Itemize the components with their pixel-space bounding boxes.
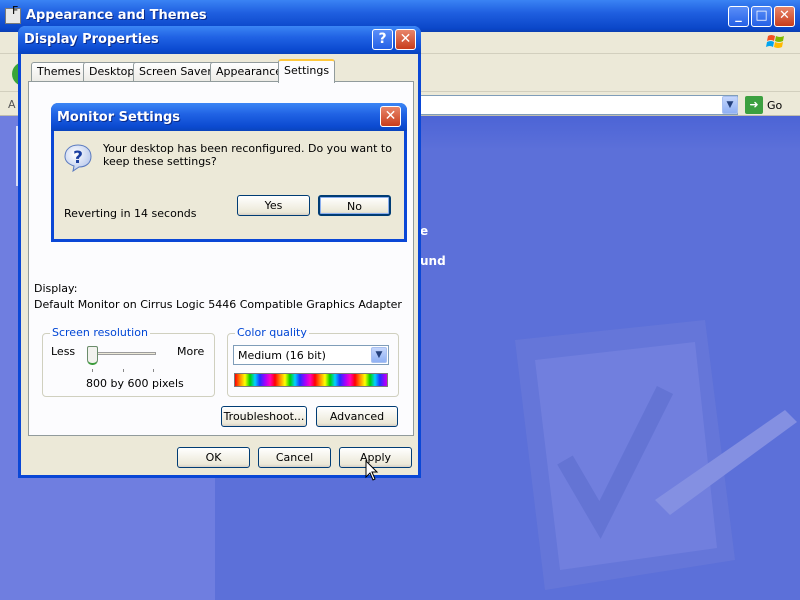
display-properties-titlebar[interactable]: Display Properties ? ✕ [18,26,421,54]
tab-themes[interactable]: Themes [31,62,87,81]
monitor-settings-dialog: Monitor Settings ✕ [51,103,407,242]
resolution-value: 800 by 600 pixels [86,377,184,390]
slider-tick [123,369,124,372]
ok-button[interactable]: OK [177,447,250,468]
dialog-title: Display Properties [24,32,159,47]
resolution-slider-track[interactable] [88,352,156,355]
explorer-close-button[interactable]: ✕ [774,6,795,27]
go-button-label[interactable]: Go [767,99,782,112]
svg-text:?: ? [73,148,83,168]
revert-countdown: Reverting in 14 seconds [64,207,197,220]
troubleshoot-button[interactable]: Troubleshoot... [221,406,307,427]
tab-desktop[interactable]: Desktop [83,62,141,81]
advanced-button[interactable]: Advanced [316,406,398,427]
mouse-cursor-icon [365,460,379,481]
tab-appearance[interactable]: Appearance [210,62,289,81]
yes-button[interactable]: Yes [237,195,310,216]
slider-tick [153,369,154,372]
watermark-checkmark-icon [515,320,797,590]
cancel-button[interactable]: Cancel [258,447,331,468]
resolution-more-label: More [177,345,205,358]
task-link-fragment[interactable]: e [420,224,428,238]
monitor-settings-title: Monitor Settings [57,110,181,125]
address-input[interactable] [420,95,738,115]
monitor-settings-message: Your desktop has been reconfigured. Do y… [103,142,392,168]
dialog-close-button[interactable]: ✕ [395,29,416,50]
color-spectrum-preview [234,373,388,387]
display-adapter-name: Default Monitor on Cirrus Logic 5446 Com… [34,298,402,311]
help-button[interactable]: ? [372,29,393,50]
explorer-title: Appearance and Themes [26,8,207,23]
color-quality-legend: Color quality [235,326,309,339]
chevron-down-icon[interactable]: ▼ [371,347,387,363]
tab-screen-saver[interactable]: Screen Saver [133,62,218,81]
monitor-settings-titlebar[interactable]: Monitor Settings ✕ [51,103,407,131]
go-arrow-icon[interactable]: ➜ [745,96,763,114]
address-dropdown-icon[interactable]: ▼ [722,96,738,114]
display-label: Display: [34,282,78,295]
screen-resolution-legend: Screen resolution [50,326,150,339]
resolution-less-label: Less [51,345,76,358]
no-button[interactable]: No [318,195,391,216]
minimize-button[interactable]: _ [728,6,749,27]
tab-settings[interactable]: Settings [278,59,336,83]
address-label: A [8,98,16,111]
slider-tick [92,369,93,372]
color-quality-value: Medium (16 bit) [238,349,326,362]
color-quality-group: Color quality [227,326,399,397]
resolution-slider-thumb[interactable] [87,346,98,365]
monitor-settings-close-button[interactable]: ✕ [380,106,401,127]
menu-file-fragment[interactable]: F [12,4,18,17]
question-icon: ? [64,144,92,173]
windows-logo-icon [766,35,784,48]
task-link-fragment[interactable]: und [420,254,446,268]
maximize-button[interactable]: □ [751,6,772,27]
